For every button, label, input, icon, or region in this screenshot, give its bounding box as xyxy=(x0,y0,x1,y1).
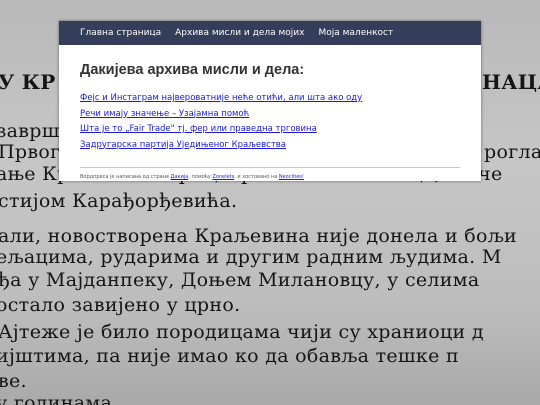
divider xyxy=(80,167,460,168)
footer-middle: , помоћу xyxy=(188,174,213,180)
bg-line: ве. xyxy=(0,370,27,392)
bg-line: у годинама xyxy=(0,392,113,405)
nav-archive[interactable]: Архива мисли и дела мојих xyxy=(175,28,304,38)
page-title: Дакијева архива мисли и дела: xyxy=(80,62,305,78)
nav-about[interactable]: Моја маленкост xyxy=(318,28,393,38)
post-link[interactable]: Задругарска партија Уједињеног Краљевств… xyxy=(80,140,286,150)
top-nav: Главна страница Архива мисли и дела моји… xyxy=(59,21,481,45)
bg-line: али, новостворена Краљевина није донела … xyxy=(0,225,518,247)
footer: Вордпреса је написана од стране Дакија, … xyxy=(80,174,460,180)
footer-hosting-text: , и хостовано на xyxy=(234,174,279,180)
footer-host-link[interactable]: Neocities! xyxy=(279,174,304,180)
nav-home[interactable]: Главна страница xyxy=(80,28,161,38)
bg-line: остало завијено у црно. xyxy=(0,294,241,316)
list-item: Шта је то „Fair Trade" тј. фер или праве… xyxy=(80,120,460,136)
list-item: Фејс и Инстаграм највероватније неће оти… xyxy=(80,89,460,105)
bg-line: ељацима, рударима и другим радним људима… xyxy=(0,246,502,268)
post-link[interactable]: Речи имају значење – Узајамна помоћ xyxy=(80,109,249,119)
bg-line: ђа у Мајданпеку, Доњем Милановцу, у сели… xyxy=(0,269,480,291)
content-panel: Главна страница Архива мисли и дела моји… xyxy=(59,21,481,181)
post-list: Фејс и Инстаграм највероватније неће оти… xyxy=(80,89,460,151)
footer-prefix: Вордпреса је написана од стране xyxy=(80,174,171,180)
bg-line: Ајтеже је било породицама чији су хранио… xyxy=(0,321,484,343)
footer-tool-link[interactable]: Zonelets xyxy=(212,174,234,180)
bg-heading-left: У КР xyxy=(0,70,56,94)
bg-line: рогла xyxy=(484,141,540,163)
post-link[interactable]: Фејс и Инстаграм највероватније неће оти… xyxy=(80,93,362,103)
post-link[interactable]: Шта је то „Fair Trade" тј. фер или праве… xyxy=(80,124,317,134)
list-item: Речи имају значење – Узајамна помоћ xyxy=(80,105,460,121)
bg-line: стијом Карађорђевића. xyxy=(0,190,238,212)
footer-author-link[interactable]: Дакија xyxy=(171,174,189,180)
bg-line: ијштима, па није имао ко да обавља тешке… xyxy=(0,345,459,367)
bg-heading-right: НАЦА xyxy=(482,70,540,94)
bg-line: Првог xyxy=(0,141,61,163)
main-content: Дакијева архива мисли и дела: Фејс и Инс… xyxy=(59,45,481,180)
list-item: Задругарска партија Уједињеног Краљевств… xyxy=(80,136,460,152)
